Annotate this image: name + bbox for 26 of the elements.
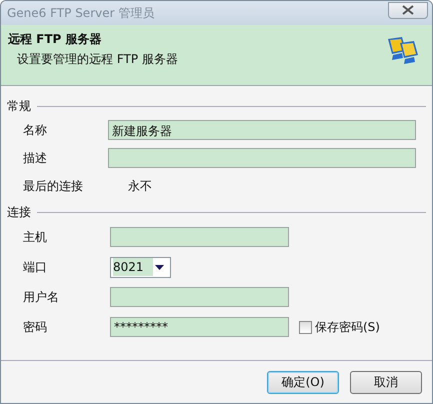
field-label: 描述 <box>23 150 48 166</box>
port-dropdown[interactable]: 8021 <box>110 256 171 278</box>
header-title: 远程 FTP 服务器 <box>8 31 103 48</box>
input-field[interactable] <box>110 287 289 307</box>
close-icon <box>402 5 414 15</box>
field-label: 密码 <box>23 318 48 336</box>
header-subtitle: 设置要管理的远程 FTP 服务器 <box>16 51 178 68</box>
computers-icon <box>386 35 420 65</box>
input-field[interactable]: 新建服务器 <box>108 120 416 140</box>
password-field[interactable]: ********* <box>110 317 289 337</box>
dropdown-arrow-icon <box>155 264 164 270</box>
field-label: 最后的连接 <box>23 178 84 194</box>
window-title: Gene6 FTP Server 管理员 <box>7 4 154 22</box>
close-button[interactable] <box>388 2 428 18</box>
ok-button[interactable]: 确定(O) <box>267 370 339 394</box>
field-label: 主机 <box>23 228 48 246</box>
field-label: 端口 <box>23 258 48 276</box>
field-label: 名称 <box>23 122 48 138</box>
save-password-checkbox[interactable]: 保存密码(S) <box>299 318 380 336</box>
field-value: 永不 <box>127 178 152 194</box>
input-field[interactable] <box>108 148 416 168</box>
cancel-button[interactable]: 取消 <box>350 370 422 394</box>
input-field[interactable] <box>110 227 289 247</box>
section-heading: 常规 <box>7 98 31 114</box>
field-label: 用户名 <box>23 288 60 306</box>
section-heading: 连接 <box>7 204 31 220</box>
